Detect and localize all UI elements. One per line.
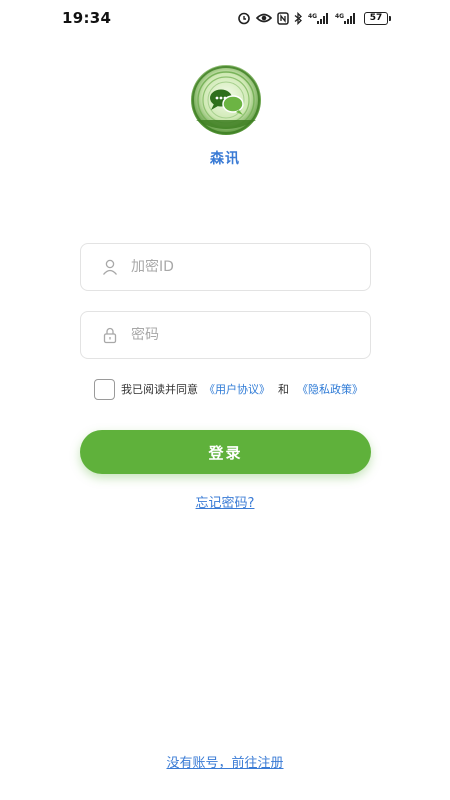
encrypted-id-input[interactable] [131,259,351,275]
svg-text:4G: 4G [335,13,344,20]
privacy-policy-link[interactable]: 《隐私政策》 [297,381,363,397]
user-icon [101,258,119,276]
lock-icon [101,326,119,344]
alarm-icon [237,11,251,25]
agreement-text: 我已阅读并同意 [121,383,198,396]
bluetooth-icon [294,11,303,25]
app-logo [188,62,264,138]
svg-text:4G: 4G [308,13,317,20]
agreement-and: 和 [278,383,289,396]
agreement-row: 我已阅读并同意 《用户协议》 和 《隐私政策》 [94,378,363,400]
password-input[interactable] [131,327,351,343]
eye-icon [256,11,272,25]
signal-icon: 4G [335,11,357,25]
app-name: 森讯 [210,151,240,167]
status-icons: 4G 4G 57 [237,11,391,25]
status-bar: 19:34 4G 4G 57 [0,0,450,36]
login-screen: 19:34 4G 4G 57 森讯 加密ID 我已阅读并同意 《用户协议》 和 … [0,0,450,800]
status-time: 19:34 [62,9,112,27]
nfc-icon [277,11,289,25]
register-link[interactable]: 没有账号，前往注册 [0,752,450,771]
password-field[interactable] [80,311,371,359]
forgot-password-link[interactable]: 忘记密码? [0,492,450,511]
user-agreement-link[interactable]: 《用户协议》 [204,381,270,397]
battery-icon: 57 [364,11,391,25]
encrypted-id-field[interactable] [80,243,371,291]
signal-icon: 4G [308,11,330,25]
agreement-checkbox[interactable] [94,378,115,400]
login-button[interactable]: 登录 [80,430,371,474]
